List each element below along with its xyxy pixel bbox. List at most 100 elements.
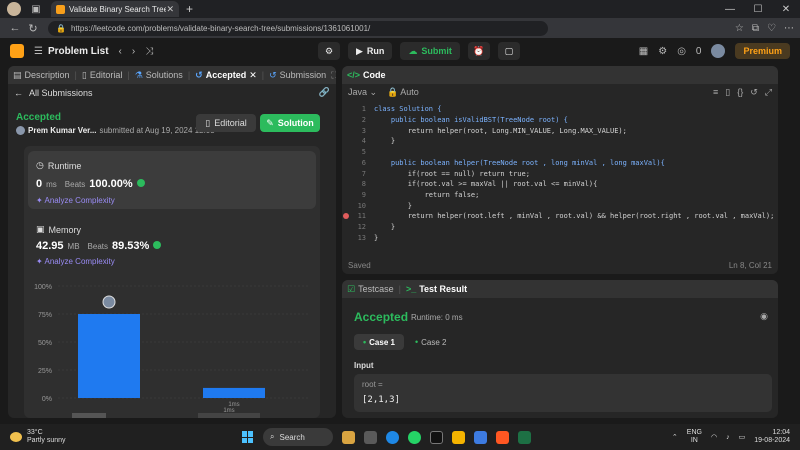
fullscreen-icon[interactable]: ⤢ xyxy=(765,87,772,98)
layout-icon[interactable]: ▦ xyxy=(639,46,648,57)
reset-icon[interactable]: ↺ xyxy=(750,87,758,98)
run-button[interactable]: ▶ Run xyxy=(348,42,393,60)
clock[interactable]: 12:04 19-08-2024 xyxy=(754,429,790,445)
url-field[interactable]: 🔒 https://leetcode.com/problems/validate… xyxy=(48,20,548,36)
store-icon[interactable] xyxy=(474,430,487,444)
analyze-complexity-memory[interactable]: ✦ Analyze Complexity xyxy=(36,257,115,266)
runtime-value: 0 xyxy=(36,178,43,190)
browser-tab[interactable]: Validate Binary Search Tree - Lee ✕ xyxy=(51,1,179,17)
minimize-icon[interactable]: — xyxy=(716,4,744,15)
case-2-tab[interactable]: • Case 2 xyxy=(406,334,456,350)
prev-problem-icon[interactable]: ‹ xyxy=(119,46,122,57)
code-line[interactable]: 7 if(root == null) return true; xyxy=(342,168,778,179)
code-line[interactable]: 9 return false; xyxy=(342,190,778,201)
code-line[interactable]: 1 class Solution { xyxy=(342,104,778,115)
problem-list-link[interactable]: ☰ Problem List xyxy=(34,46,109,57)
debug-button[interactable]: ⚙ xyxy=(318,42,340,60)
weather-widget[interactable]: 33°C Partly sunny xyxy=(10,429,66,445)
wifi-icon[interactable]: ◠ xyxy=(711,433,717,441)
solution-button[interactable]: ✎ Solution xyxy=(260,114,320,132)
task-view-icon[interactable] xyxy=(364,430,377,444)
settings-icon[interactable]: ⚙ xyxy=(658,46,667,57)
lang-secondary: IN xyxy=(690,437,698,444)
code-line[interactable]: 6 public boolean helper(TreeNode root , … xyxy=(342,158,778,169)
code-line[interactable]: 4 } xyxy=(342,136,778,147)
leetcode-logo-icon[interactable] xyxy=(10,44,24,58)
user-avatar[interactable] xyxy=(711,44,726,58)
case-1-tab[interactable]: • Case 1 xyxy=(354,334,404,350)
streak-icon[interactable]: ◎ xyxy=(677,46,686,57)
taskbar-search[interactable]: ⌕ Search xyxy=(263,428,333,446)
distribution-bar[interactable] xyxy=(203,387,265,398)
submit-button[interactable]: ☁ Submit xyxy=(400,42,460,60)
tab-submissions[interactable]: ↺ Submission xyxy=(269,70,326,81)
favorite-icon[interactable]: ☆ xyxy=(735,23,744,34)
brave-icon[interactable] xyxy=(496,430,509,444)
language-select[interactable]: Java ⌄ xyxy=(348,87,377,98)
tab-accepted[interactable]: ↺ Accepted ✕ xyxy=(195,70,257,81)
windows-start-icon[interactable] xyxy=(242,431,254,443)
language-indicator[interactable]: ENG IN xyxy=(687,429,702,445)
chevron-up-icon[interactable]: ⌃ xyxy=(672,433,678,441)
extensions-icon[interactable]: ⧉ xyxy=(752,23,759,34)
collections-icon[interactable]: ♡ xyxy=(767,23,776,34)
timer-button[interactable]: ⏰ xyxy=(467,42,490,60)
new-tab-icon[interactable]: + xyxy=(186,2,193,16)
close-window-icon[interactable]: ✕ xyxy=(772,4,800,15)
tab-solutions[interactable]: ⚗ Solutions xyxy=(135,70,183,81)
editorial-button[interactable]: ▯ Editorial xyxy=(196,114,256,132)
auto-mode[interactable]: 🔒 Auto xyxy=(387,87,419,98)
runtime-card[interactable]: ◷ Runtime 0 ms Beats 100.00% ✦ Analyze C… xyxy=(28,151,316,209)
code-line[interactable]: 13} xyxy=(342,232,778,243)
distribution-bar[interactable] xyxy=(78,314,140,398)
refresh-icon[interactable]: ↻ xyxy=(24,22,42,35)
code-line[interactable]: 10 } xyxy=(342,200,778,211)
widgets-icon[interactable] xyxy=(342,430,355,444)
tab-actions-icon[interactable]: ▣ xyxy=(29,2,43,16)
runtime-distribution-chart[interactable]: 100%75%50%25%0%1ms1ms xyxy=(24,270,320,418)
profile-avatar[interactable] xyxy=(7,2,21,16)
line-number: 10 xyxy=(357,201,366,210)
code-line[interactable]: 8 if(root.val >= maxVal || root.val <= m… xyxy=(342,179,778,190)
notes-button[interactable]: ▢ xyxy=(497,42,520,60)
terminal-app-icon[interactable] xyxy=(430,430,443,444)
file-explorer-icon[interactable] xyxy=(452,430,465,444)
all-submissions-link[interactable]: All Submissions xyxy=(29,88,93,98)
code-line[interactable]: 11 return helper(root.left , minVal , ro… xyxy=(342,211,778,222)
code-line[interactable]: 5 xyxy=(342,147,778,158)
back-arrow-icon[interactable]: ← xyxy=(14,88,23,98)
memory-card[interactable]: ▣ Memory 42.95 MB Beats 89.53% ✦ Analyze… xyxy=(28,218,316,270)
share-link-icon[interactable]: 🔗 xyxy=(319,87,330,98)
code-line[interactable]: 2 public boolean isValidBST(TreeNode roo… xyxy=(342,115,778,126)
whatsapp-icon[interactable] xyxy=(408,430,421,444)
next-problem-icon[interactable]: › xyxy=(132,46,135,57)
eye-icon[interactable]: ◉ xyxy=(760,311,768,322)
tab-testcase[interactable]: ☑ Testcase xyxy=(347,284,394,295)
bookmark-icon[interactable]: ▯ xyxy=(725,87,730,98)
code-line[interactable]: 3 return helper(root, Long.MIN_VALUE, Lo… xyxy=(342,125,778,136)
close-tab-icon[interactable]: ✕ xyxy=(249,70,257,81)
back-icon[interactable]: ← xyxy=(6,22,24,34)
analyze-complexity-runtime[interactable]: ✦ Analyze Complexity xyxy=(36,196,115,205)
tab-editorial[interactable]: ▯ Editorial xyxy=(82,70,122,81)
battery-icon[interactable]: ▭ xyxy=(739,433,746,441)
close-tab-icon[interactable]: ✕ xyxy=(166,4,174,15)
secondary-bar[interactable] xyxy=(72,413,106,418)
edge-icon[interactable] xyxy=(386,430,399,444)
excel-icon[interactable] xyxy=(518,430,531,444)
maximize-panel-icon[interactable]: ⛶ xyxy=(331,70,336,81)
submission-meta: Prem Kumar Ver... submitted at Aug 19, 2… xyxy=(16,126,215,135)
menu-icon[interactable]: ⋯ xyxy=(784,23,794,34)
premium-button[interactable]: Premium xyxy=(735,43,790,59)
format-icon[interactable]: ≡ xyxy=(713,87,718,98)
tab-description[interactable]: ▤ Description xyxy=(13,70,70,81)
volume-icon[interactable]: ♪ xyxy=(726,434,730,441)
braces-icon[interactable]: {} xyxy=(737,87,743,98)
tab-test-result[interactable]: >_ Test Result xyxy=(406,284,467,294)
shuffle-icon[interactable]: ⤨ xyxy=(145,46,153,57)
code-editor[interactable]: 1 class Solution {2 public boolean isVali… xyxy=(342,104,778,244)
author-name[interactable]: Prem Kumar Ver... xyxy=(28,126,96,135)
maximize-icon[interactable]: ☐ xyxy=(744,4,772,15)
code-tab[interactable]: </> Code xyxy=(347,70,386,80)
code-line[interactable]: 12 } xyxy=(342,222,778,233)
